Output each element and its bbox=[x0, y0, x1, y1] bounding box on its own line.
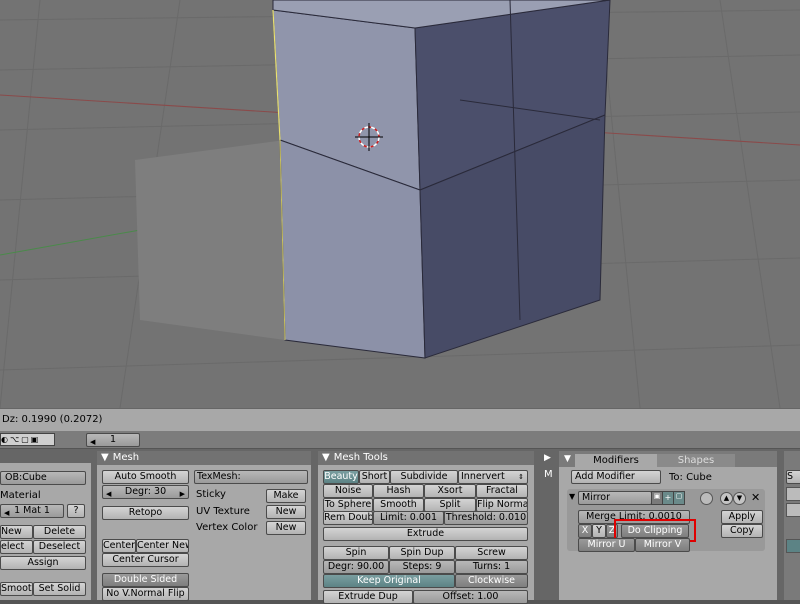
to-sphere-button[interactable]: To Sphere bbox=[323, 498, 373, 512]
center-new-button[interactable]: Center New bbox=[136, 539, 189, 553]
mesh-panel: ▼ Mesh Auto Smooth ◀ Degr: 30 ▶ Retopo TexM… bbox=[97, 451, 311, 601]
beauty-toggle[interactable]: Beauty bbox=[323, 470, 359, 484]
mirror-ghost bbox=[135, 140, 285, 340]
material-slot-field[interactable]: ◀ 1 Mat 1 bbox=[0, 504, 64, 518]
mesh-tools-panel: ▼ Mesh Tools Beauty Short Subdivide Inner… bbox=[318, 451, 534, 604]
noise-button[interactable]: Noise bbox=[323, 484, 373, 498]
center-cursor-button[interactable]: Center Cursor bbox=[102, 553, 189, 567]
collapse-arrow-icon[interactable]: ▶ bbox=[544, 453, 551, 463]
screw-turns-field[interactable]: Turns: 1 bbox=[455, 560, 528, 574]
mirror-v-toggle[interactable]: Mirror V bbox=[635, 538, 690, 552]
flip-normal-button[interactable]: Flip Normal bbox=[476, 498, 528, 512]
vertex-color-new-button[interactable]: New bbox=[266, 521, 306, 535]
help-button[interactable]: ? bbox=[67, 504, 85, 518]
buttons-window: OB:Cube Material ◀ 1 Mat 1 ? New Delete e… bbox=[0, 449, 800, 604]
tab-modifiers[interactable]: Modifiers bbox=[575, 454, 657, 467]
mirror-expand-icon[interactable]: ▼ bbox=[569, 492, 575, 501]
innervert-dropdown[interactable]: Innervert ⇕ bbox=[458, 470, 528, 484]
fractal-button[interactable]: Fractal bbox=[476, 484, 528, 498]
link-materials-panel: OB:Cube Material ◀ 1 Mat 1 ? New Delete e… bbox=[0, 463, 91, 600]
set-solid-button[interactable]: Set Solid bbox=[33, 582, 86, 596]
copy-button[interactable]: Copy bbox=[721, 524, 763, 538]
set-smooth-button[interactable]: Smooth bbox=[0, 582, 33, 596]
split-button[interactable]: Split bbox=[424, 498, 476, 512]
right-partial-button[interactable]: S bbox=[786, 470, 800, 484]
short-toggle[interactable]: Short bbox=[359, 470, 390, 484]
apply-button[interactable]: Apply bbox=[721, 510, 763, 524]
buttons-window-header: ◐⌥▢▣ ◀ 1 bbox=[0, 431, 800, 449]
texmesh-field[interactable]: TexMesh: bbox=[194, 470, 308, 484]
material-label: Material bbox=[0, 490, 41, 501]
modifiers-panel: ▼ Modifiers Shapes Add Modifier To: Cube… bbox=[559, 451, 777, 600]
frame-number-field[interactable]: ◀ 1 bbox=[86, 433, 140, 447]
subdivide-button[interactable]: Subdivide bbox=[390, 470, 458, 484]
move-up-icon[interactable]: ▲ bbox=[720, 492, 733, 505]
material-assign-button[interactable]: Assign bbox=[0, 556, 86, 570]
sticky-label: Sticky bbox=[196, 489, 226, 500]
sticky-make-button[interactable]: Make bbox=[266, 489, 306, 503]
transform-readout: Dz: 0.1990 (0.2072) bbox=[2, 414, 103, 425]
screw-button[interactable]: Screw bbox=[455, 546, 528, 560]
offset-field[interactable]: Offset: 1.00 bbox=[413, 590, 528, 604]
remove-doubles-button[interactable]: Rem Doubl bbox=[323, 511, 373, 525]
center-button[interactable]: Center bbox=[102, 539, 136, 553]
context-icons[interactable]: ◐⌥▢▣ bbox=[0, 433, 55, 446]
extrude-dup-button[interactable]: Extrude Dup bbox=[323, 590, 413, 604]
xsort-button[interactable]: Xsort bbox=[424, 484, 476, 498]
tab-shapes[interactable]: Shapes bbox=[657, 454, 735, 467]
transform-info-bar: Dz: 0.1990 (0.2072) bbox=[0, 408, 800, 431]
mesh-panel-title: Mesh bbox=[112, 452, 140, 463]
add-modifier-button[interactable]: Add Modifier bbox=[571, 470, 661, 484]
right-partial-field-3[interactable] bbox=[786, 539, 800, 553]
object-name-field[interactable]: OB:Cube bbox=[0, 471, 86, 485]
close-icon[interactable]: ✕ bbox=[751, 491, 760, 504]
auto-smooth-degree-field[interactable]: ◀ Degr: 30 ▶ bbox=[102, 485, 189, 499]
cage-toggle-icon[interactable]: ▢ bbox=[673, 491, 685, 505]
smooth-button[interactable]: Smooth bbox=[373, 498, 424, 512]
retopo-toggle[interactable]: Retopo bbox=[102, 506, 189, 520]
double-sided-toggle[interactable]: Double Sided bbox=[102, 573, 189, 587]
modifier-circle-icon[interactable] bbox=[700, 492, 713, 505]
panel-collapse-icon[interactable]: ▼ bbox=[564, 454, 571, 464]
uv-texture-new-button[interactable]: New bbox=[266, 505, 306, 519]
spin-button[interactable]: Spin bbox=[323, 546, 389, 560]
chevron-updown-icon: ⇕ bbox=[518, 473, 524, 481]
viewport-scene bbox=[0, 0, 800, 408]
clockwise-toggle[interactable]: Clockwise bbox=[455, 574, 528, 588]
mirror-axis-x[interactable]: X bbox=[578, 524, 592, 538]
mesh-panel-header[interactable]: ▼ Mesh bbox=[97, 451, 311, 465]
y-axis-line bbox=[0, 229, 141, 256]
mirror-u-toggle[interactable]: Mirror U bbox=[578, 538, 635, 552]
spin-steps-field[interactable]: Steps: 9 bbox=[389, 560, 455, 574]
right-partial-field[interactable] bbox=[786, 487, 800, 501]
mesh-tools-panel-title: Mesh Tools bbox=[333, 452, 388, 463]
3d-viewport[interactable] bbox=[0, 0, 800, 408]
spin-degree-field[interactable]: Degr: 90.00 bbox=[323, 560, 389, 574]
uv-texture-label: UV Texture bbox=[196, 506, 250, 517]
hash-button[interactable]: Hash bbox=[373, 484, 424, 498]
extrude-button[interactable]: Extrude bbox=[323, 527, 528, 541]
vertex-color-label: Vertex Color bbox=[196, 522, 258, 533]
keep-original-toggle[interactable]: Keep Original bbox=[323, 574, 455, 588]
move-down-icon[interactable]: ▼ bbox=[733, 492, 746, 505]
auto-smooth-toggle[interactable]: Auto Smooth bbox=[102, 470, 189, 484]
material-new-button[interactable]: New bbox=[0, 525, 33, 539]
material-delete-button[interactable]: Delete bbox=[33, 525, 86, 539]
mirror-axis-y[interactable]: Y bbox=[592, 524, 606, 538]
right-partial-panel: S bbox=[784, 451, 800, 600]
mesh-tools-panel-header[interactable]: ▼ Mesh Tools bbox=[318, 451, 534, 465]
material-select-button[interactable]: elect bbox=[0, 540, 33, 554]
mirror-name-field[interactable]: Mirror bbox=[578, 491, 652, 505]
side-tab-m[interactable]: M bbox=[544, 469, 553, 480]
spin-dup-button[interactable]: Spin Dup bbox=[389, 546, 455, 560]
material-deselect-button[interactable]: Deselect bbox=[33, 540, 86, 554]
to-cube-label: To: Cube bbox=[669, 472, 712, 483]
threshold-field[interactable]: Threshold: 0.010 bbox=[444, 511, 528, 525]
no-vnormal-flip-toggle[interactable]: No V.Normal Flip bbox=[102, 587, 189, 601]
right-partial-field-2[interactable] bbox=[786, 503, 800, 517]
limit-field[interactable]: Limit: 0.001 bbox=[373, 511, 444, 525]
